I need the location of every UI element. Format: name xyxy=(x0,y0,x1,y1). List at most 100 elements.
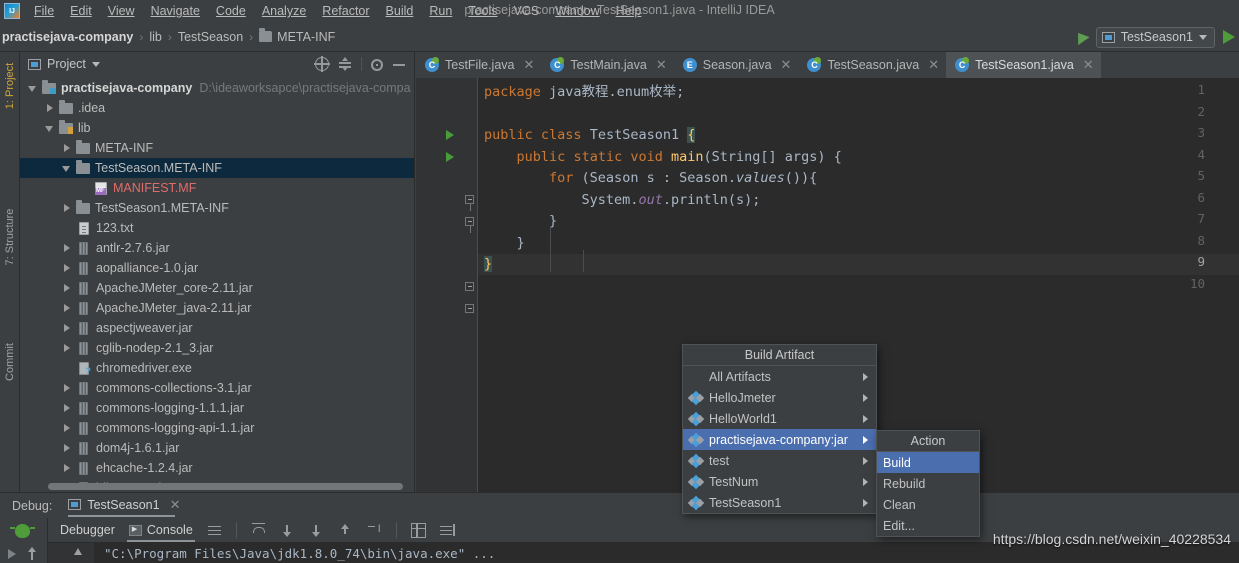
expand-arrow-icon[interactable] xyxy=(60,441,74,455)
expand-arrow-icon[interactable] xyxy=(60,201,74,215)
tree-row[interactable]: commons-collections-3.1.jar xyxy=(20,378,414,398)
hamburger-icon[interactable] xyxy=(207,523,222,538)
build-artifact-menu-item[interactable]: test xyxy=(683,450,876,471)
expand-arrow-icon[interactable] xyxy=(60,401,74,415)
tree-row[interactable]: antlr-2.7.6.jar xyxy=(20,238,414,258)
build-artifact-menu-item[interactable]: HelloJmeter xyxy=(683,387,876,408)
close-icon[interactable]: ✕ xyxy=(781,57,792,73)
tree-row[interactable]: ehcache-1.2.4.jar xyxy=(20,458,414,478)
build-artifact-menu-item[interactable]: practisejava-company:jar xyxy=(683,429,876,450)
menu-tools[interactable]: Tools xyxy=(460,2,505,20)
tree-row[interactable]: practisejava-company D:\ideaworksapce\pra… xyxy=(20,78,414,98)
menu-vcs[interactable]: VCS xyxy=(505,2,547,20)
build-artifact-menu-item[interactable]: HelloWorld1 xyxy=(683,408,876,429)
menu-refactor[interactable]: Refactor xyxy=(314,2,377,20)
action-menu-item[interactable]: Clean xyxy=(877,494,979,515)
gear-icon[interactable] xyxy=(371,58,383,71)
editor-tab[interactable]: TestFile.java ✕ xyxy=(416,52,541,78)
expand-arrow-icon[interactable] xyxy=(60,381,74,395)
build-artifact-menu-item[interactable]: TestNum xyxy=(683,471,876,492)
collapse-arrow-icon[interactable] xyxy=(26,81,40,95)
menu-run[interactable]: Run xyxy=(421,2,460,20)
action-menu-item[interactable]: Edit... xyxy=(877,515,979,536)
expand-arrow-icon[interactable] xyxy=(60,421,74,435)
debugger-tab[interactable]: Debugger xyxy=(60,518,115,543)
tree-row[interactable]: .idea xyxy=(20,98,414,118)
menu-build[interactable]: Build xyxy=(378,2,422,20)
tree-row[interactable]: ApacheJMeter_java-2.11.jar xyxy=(20,298,414,318)
project-panel-title[interactable]: Project xyxy=(28,57,100,71)
chevron-down-icon[interactable] xyxy=(91,61,100,67)
breadcrumb-lib[interactable]: lib xyxy=(149,30,162,44)
step-into-icon[interactable] xyxy=(280,523,295,538)
close-icon[interactable]: ✕ xyxy=(523,57,534,73)
collapse-arrow-icon[interactable] xyxy=(43,121,57,135)
menu-file[interactable]: File xyxy=(26,2,62,20)
locate-icon[interactable] xyxy=(314,56,330,72)
fold-marker-icon[interactable] xyxy=(465,217,474,233)
tool-tab-structure[interactable]: 7: Structure xyxy=(0,207,20,267)
menu-code[interactable]: Code xyxy=(208,2,254,20)
build-artifact-menu-item[interactable]: All Artifacts xyxy=(683,366,876,387)
force-step-into-icon[interactable] xyxy=(309,523,324,538)
action-menu-item[interactable]: Build xyxy=(877,452,979,473)
expand-arrow-icon[interactable] xyxy=(60,461,74,475)
console-tab[interactable]: Console xyxy=(126,518,195,543)
tree-row[interactable]: cglib-nodep-2.1_3.jar xyxy=(20,338,414,358)
expand-arrow-icon[interactable] xyxy=(60,341,74,355)
project-tree[interactable]: practisejava-company D:\ideaworksapce\pra… xyxy=(20,76,414,484)
update-project-icon[interactable] xyxy=(1072,28,1090,46)
step-out-icon[interactable] xyxy=(338,523,353,538)
menu-view[interactable]: View xyxy=(100,2,143,20)
fold-marker-icon[interactable] xyxy=(465,304,474,313)
collapse-all-icon[interactable] xyxy=(338,57,352,71)
tree-row[interactable]: MANIFEST.MF xyxy=(20,178,414,198)
tree-row[interactable]: ApacheJMeter_core-2.11.jar xyxy=(20,278,414,298)
expand-arrow-icon[interactable] xyxy=(60,261,74,275)
tree-row[interactable]: aopalliance-1.0.jar xyxy=(20,258,414,278)
editor-tab[interactable]: TestSeason1.java ✕ xyxy=(946,52,1101,78)
close-icon[interactable]: ✕ xyxy=(170,497,181,513)
run-configuration-selector[interactable]: TestSeason1 xyxy=(1095,26,1215,48)
run-button[interactable] xyxy=(1223,30,1235,44)
evaluate-grid-icon[interactable] xyxy=(410,522,426,538)
fold-marker-icon[interactable] xyxy=(465,195,474,211)
tree-row[interactable]: TestSeason.META-INF xyxy=(20,158,414,178)
tree-row[interactable]: dom4j-1.6.1.jar xyxy=(20,438,414,458)
editor-tab[interactable]: TestSeason.java ✕ xyxy=(798,52,946,78)
tree-row[interactable]: TestSeason1.META-INF xyxy=(20,198,414,218)
editor-tab[interactable]: Season.java ✕ xyxy=(674,52,799,78)
minimize-icon[interactable] xyxy=(392,57,406,71)
action-menu[interactable]: Action Build Rebuild Clean Edit... xyxy=(876,430,980,537)
menu-help[interactable]: Help xyxy=(608,2,650,20)
debug-session-tab[interactable]: TestSeason1 ✕ xyxy=(68,493,184,518)
build-artifact-menu-item[interactable]: TestSeason1 xyxy=(683,492,876,513)
menu-edit[interactable]: Edit xyxy=(62,2,100,20)
tree-row[interactable]: chromedriver.exe xyxy=(20,358,414,378)
breadcrumb-meta-inf[interactable]: META-INF xyxy=(259,28,335,44)
close-icon[interactable]: ✕ xyxy=(656,57,667,73)
step-over-icon[interactable] xyxy=(251,522,266,538)
tree-row[interactable]: commons-logging-api-1.1.jar xyxy=(20,418,414,438)
action-menu-item[interactable]: Rebuild xyxy=(877,473,979,494)
fold-marker-icon[interactable] xyxy=(465,282,474,291)
expand-arrow-icon[interactable] xyxy=(60,321,74,335)
breadcrumb-project[interactable]: practisejava-company xyxy=(2,30,133,44)
expand-arrow-icon[interactable] xyxy=(60,241,74,255)
expand-arrow-icon[interactable] xyxy=(60,281,74,295)
run-to-cursor-icon[interactable] xyxy=(367,523,382,538)
tree-row[interactable]: META-INF xyxy=(20,138,414,158)
expand-arrow-icon[interactable] xyxy=(60,301,74,315)
menu-navigate[interactable]: Navigate xyxy=(143,2,208,20)
editor-tab[interactable]: TestMain.java ✕ xyxy=(541,52,673,78)
collapse-arrow-icon[interactable] xyxy=(60,161,74,175)
run-gutter-icon[interactable] xyxy=(446,130,454,140)
run-gutter-icon[interactable] xyxy=(446,151,454,162)
tree-row[interactable]: lib xyxy=(20,118,414,138)
menu-analyze[interactable]: Analyze xyxy=(254,2,314,20)
tool-tab-project[interactable]: 1: Project xyxy=(0,56,20,116)
menu-window[interactable]: Window xyxy=(547,2,607,20)
tree-row[interactable]: aspectjweaver.jar xyxy=(20,318,414,338)
build-artifact-menu[interactable]: Build Artifact All Artifacts HelloJmeter H… xyxy=(682,344,877,514)
close-icon[interactable]: ✕ xyxy=(1083,57,1094,73)
